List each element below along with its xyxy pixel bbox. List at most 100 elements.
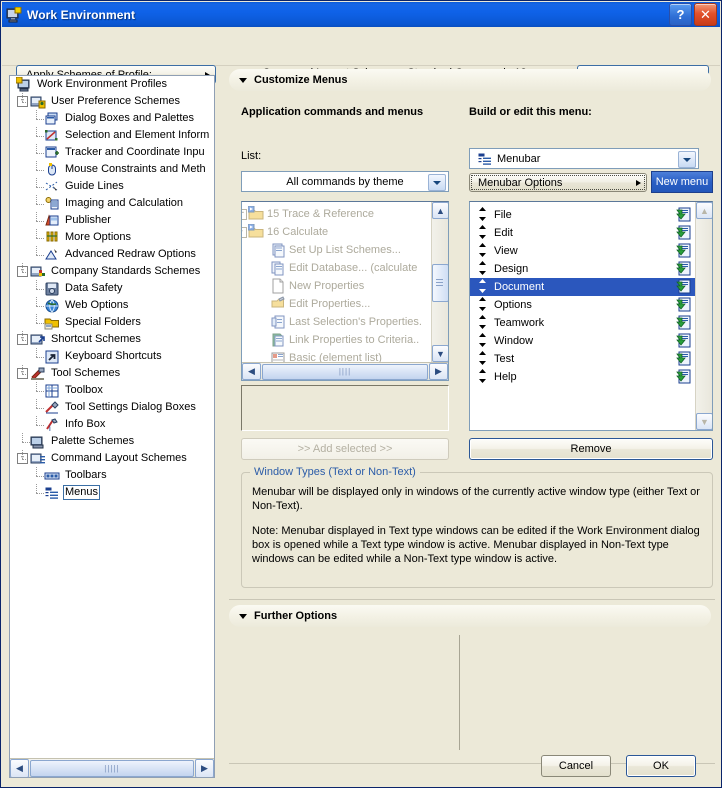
submenu-icon[interactable] [673, 225, 695, 241]
drag-handle-icon[interactable] [470, 350, 494, 368]
tree-connector [36, 212, 37, 221]
tree-item-palette-schemes[interactable]: Palette Schemes [10, 433, 214, 450]
scroll-thumb[interactable]: ||||| [30, 759, 194, 777]
tree-item-command-layout-schemes[interactable]: - Command Layout Schemes [10, 450, 214, 467]
remove-button[interactable]: Remove [469, 438, 713, 460]
menu-item-row[interactable]: Options [470, 296, 695, 314]
collapse-triangle-icon [239, 613, 247, 619]
tool-settings-icon [44, 400, 60, 416]
menu-item-row[interactable]: View [470, 242, 695, 260]
tree-connector [22, 442, 30, 443]
tree-connector [22, 365, 23, 374]
submenu-icon[interactable] [673, 315, 695, 331]
scroll-up-button[interactable]: ▲ [696, 202, 712, 219]
toolbox-icon [44, 383, 60, 399]
tree-connector [36, 204, 44, 205]
scroll-left-button[interactable]: ◀ [242, 363, 261, 380]
dialog-boxes-icon [44, 111, 60, 127]
scheme-tree-panel[interactable]: Work Environment Profiles - User Preferenc… [9, 75, 215, 778]
scroll-left-button[interactable]: ◀ [10, 758, 29, 777]
menu-item-row[interactable]: Document [470, 278, 695, 296]
tree-item-label: Info Box [65, 418, 106, 430]
tree-item-label: Guide Lines [65, 180, 124, 192]
drag-handle-icon[interactable] [470, 260, 494, 278]
submenu-icon[interactable] [673, 207, 695, 223]
further-options-header[interactable]: Further Options [229, 605, 711, 627]
work-environment-dialog: Work Environment ? ✕ Apply Schemes of Pr… [0, 0, 722, 788]
submenu-icon[interactable] [673, 261, 695, 277]
menu-item-row[interactable]: Design [470, 260, 695, 278]
menu-item-row[interactable]: Window [470, 332, 695, 350]
application-commands-list[interactable]: +15 Trace & Reference - 16 Calculate Set Up… [241, 201, 449, 381]
customize-menus-header[interactable]: Customize Menus [229, 69, 711, 91]
scheme-tree[interactable]: Work Environment Profiles - User Preferenc… [10, 76, 214, 759]
scroll-down-button[interactable]: ▼ [696, 413, 712, 430]
submenu-icon[interactable] [673, 333, 695, 349]
tree-connector [36, 127, 37, 136]
scroll-right-button[interactable]: ▶ [429, 363, 448, 380]
tree-item-company-standards-schemes[interactable]: - Company Standards Schemes [10, 263, 214, 280]
menu-item-row[interactable]: Test [470, 350, 695, 368]
mouse-icon [44, 162, 60, 178]
drag-handle-icon[interactable] [470, 242, 494, 260]
collapse-triangle-icon [239, 77, 247, 83]
menu-item-row[interactable]: Help [470, 368, 695, 386]
command-list-dropdown[interactable]: All commands by theme [241, 171, 449, 192]
chevron-down-icon[interactable] [678, 151, 696, 168]
menubar-options-button[interactable]: Menubar Options [469, 173, 647, 192]
drag-handle-icon[interactable] [470, 332, 494, 350]
command-list-item: New Properties [242, 277, 430, 295]
further-options-separator [459, 635, 460, 750]
submenu-icon[interactable] [673, 351, 695, 367]
remove-label: Remove [570, 443, 612, 455]
tree-item-user-preference-schemes[interactable]: - User Preference Schemes [10, 93, 214, 110]
tree-connector [36, 255, 44, 256]
drag-handle-icon[interactable] [470, 314, 494, 332]
help-button[interactable]: ? [669, 3, 692, 26]
menu-item-label: Document [494, 281, 545, 293]
menu-item-rows[interactable]: File Edit View Design Document Options Teamwor… [470, 206, 695, 386]
commands-vertical-scrollbar[interactable]: ▲ ▼ [431, 202, 448, 362]
chevron-down-icon[interactable] [428, 174, 446, 191]
tree-connector [36, 153, 44, 154]
tree-horizontal-scrollbar[interactable]: ◀ ||||| ▶ [10, 758, 214, 777]
menu-selector-dropdown[interactable]: Menubar [469, 148, 699, 169]
menu-vertical-scrollbar[interactable]: ▲ ▼ [695, 202, 712, 430]
drag-handle-icon[interactable] [470, 296, 494, 314]
scroll-down-button[interactable]: ▼ [432, 345, 448, 362]
commands-horizontal-scrollbar[interactable]: ◀ |||| ▶ [242, 362, 448, 380]
application-commands-title: Application commands and menus [241, 106, 424, 118]
drag-handle-icon[interactable] [470, 368, 494, 386]
submenu-icon[interactable] [673, 243, 695, 259]
command-list-item: Link Properties to Criteria.. [242, 331, 430, 349]
close-icon[interactable]: ✕ [694, 3, 717, 26]
menu-items-list[interactable]: File Edit View Design Document Options Teamwor… [469, 201, 713, 431]
cancel-button[interactable]: Cancel [541, 755, 611, 777]
scroll-thumb[interactable] [432, 264, 448, 302]
tree-connector [36, 399, 37, 408]
tree-item-label: Publisher [65, 214, 111, 226]
menu-item-row[interactable]: Edit [470, 224, 695, 242]
submenu-icon[interactable] [673, 297, 695, 313]
scroll-thumb[interactable]: |||| [262, 363, 428, 380]
submenu-icon[interactable] [673, 279, 695, 295]
scroll-right-button[interactable]: ▶ [195, 758, 214, 777]
tree-item-tool-schemes[interactable]: - Tool Schemes [10, 365, 214, 382]
scroll-up-button[interactable]: ▲ [432, 202, 448, 219]
info-box-icon: i [44, 417, 60, 433]
drag-handle-icon[interactable] [470, 278, 494, 296]
command-list-label: New Properties [289, 280, 365, 292]
submenu-icon[interactable] [673, 369, 695, 385]
menu-item-row[interactable]: Teamwork [470, 314, 695, 332]
tree-item-work-environment-profiles[interactable]: Work Environment Profiles [10, 76, 214, 93]
tree-item-shortcut-schemes[interactable]: - Shortcut Schemes [10, 331, 214, 348]
last-selection-icon [270, 314, 286, 330]
user-pref-icon [30, 94, 46, 110]
drag-handle-icon[interactable] [470, 206, 494, 224]
new-menu-button[interactable]: New menu [651, 171, 713, 193]
menu-item-row[interactable]: File [470, 206, 695, 224]
command-tree[interactable]: +15 Trace & Reference - 16 Calculate Set Up… [242, 205, 430, 380]
ok-button[interactable]: OK [626, 755, 696, 777]
drag-handle-icon[interactable] [470, 224, 494, 242]
list-label: List: [241, 150, 262, 162]
